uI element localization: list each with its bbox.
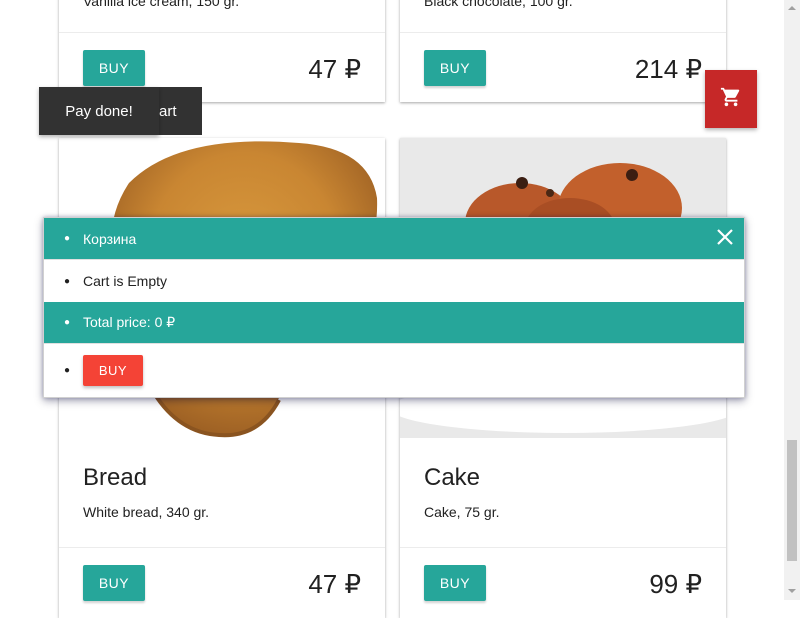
cart-empty-text: Cart is Empty bbox=[83, 273, 168, 289]
cart-total-text: Total price: 0 ₽ bbox=[83, 314, 176, 330]
product-description: Black chocolate, 100 gr. bbox=[424, 0, 573, 9]
toast-text: Pay done! bbox=[65, 102, 133, 120]
product-title: Cake bbox=[424, 464, 481, 491]
toast-behind-text: art bbox=[159, 102, 177, 120]
scroll-up-arrow-icon[interactable] bbox=[788, 6, 796, 10]
cart-fab-button[interactable] bbox=[705, 70, 757, 128]
shopping-cart-icon bbox=[720, 86, 742, 113]
scrollbar-thumb[interactable] bbox=[787, 440, 797, 561]
card-actions: BUY 47 ₽ bbox=[59, 547, 385, 618]
cart-buy-row: ● BUY bbox=[44, 343, 744, 397]
product-description: Vanilla ice cream, 150 gr. bbox=[83, 0, 240, 9]
buy-button[interactable]: BUY bbox=[424, 50, 486, 86]
card-actions: BUY 214 ₽ bbox=[400, 32, 726, 102]
product-title: Bread bbox=[83, 464, 148, 491]
cart-total-row: ● Total price: 0 ₽ bbox=[44, 302, 744, 343]
product-description: Cake, 75 gr. bbox=[424, 504, 500, 520]
product-card-chocolate: Black chocolate, 100 gr. BUY 214 ₽ bbox=[400, 0, 726, 102]
product-price: 47 ₽ bbox=[308, 54, 361, 84]
cart-header: ● Корзина bbox=[44, 218, 744, 259]
toast-pay-done: Pay done! bbox=[39, 87, 159, 135]
product-price: 214 ₽ bbox=[634, 54, 702, 84]
cart-buy-button[interactable]: BUY bbox=[83, 355, 143, 386]
cart-title: Корзина bbox=[83, 230, 137, 247]
page-scrollbar[interactable] bbox=[784, 0, 800, 600]
buy-button[interactable]: BUY bbox=[83, 50, 145, 86]
scroll-down-arrow-icon[interactable] bbox=[788, 589, 796, 593]
card-actions: BUY 99 ₽ bbox=[400, 547, 726, 618]
close-icon[interactable] bbox=[716, 228, 734, 246]
product-price: 99 ₽ bbox=[649, 569, 702, 599]
product-description: White bread, 340 gr. bbox=[83, 504, 210, 520]
product-price: 47 ₽ bbox=[308, 569, 361, 599]
cart-panel: ● Корзина ● Cart is Empty ● Total price:… bbox=[43, 217, 745, 398]
buy-button[interactable]: BUY bbox=[83, 565, 145, 601]
cart-empty-row: ● Cart is Empty bbox=[44, 259, 744, 302]
buy-button[interactable]: BUY bbox=[424, 565, 486, 601]
